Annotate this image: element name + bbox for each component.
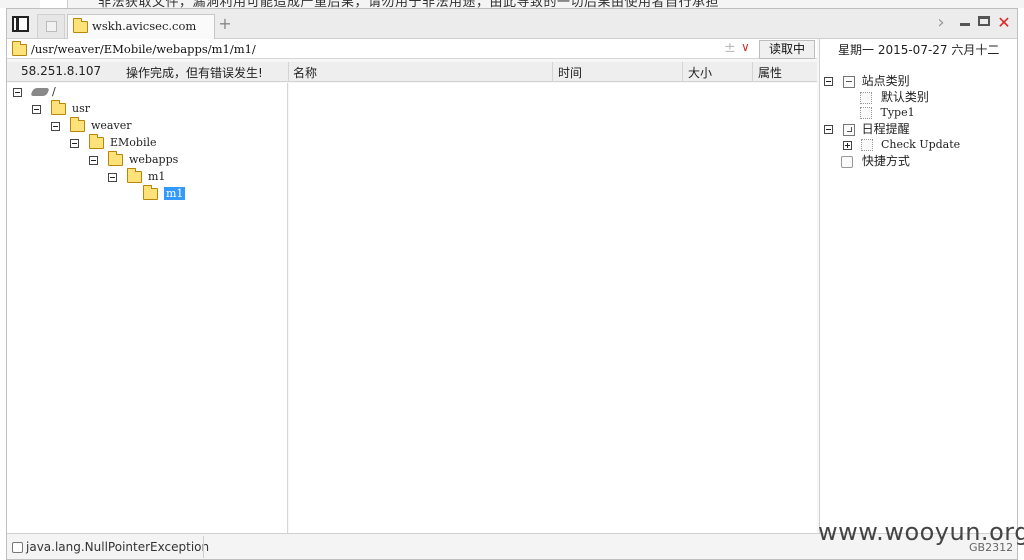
drive-icon	[30, 88, 50, 96]
status-header-row: 58.251.8.107 操作完成，但有错误发生! 名称 时间 大小 属性	[7, 62, 817, 82]
collapse-icon[interactable]	[89, 155, 98, 165]
column-header-name[interactable]: 名称	[293, 64, 317, 81]
tree-node-label: usr	[72, 102, 90, 115]
main-window: wskh.avicsec.com + › ✕ ± ∨ 读取中 58.251.8.…	[6, 8, 1018, 560]
clock-icon	[842, 123, 855, 136]
tree-node-emobile[interactable]: EMobile	[70, 134, 157, 151]
address-bar: ± ∨	[7, 39, 817, 59]
server-ip: 58.251.8.107	[21, 64, 102, 78]
column-divider[interactable]	[682, 62, 683, 82]
right-panel: 星期一 2015-07-27 六月十二 站点类别 默认类别 Type1 日程提醒…	[819, 39, 1017, 533]
tab-blank[interactable]	[37, 14, 65, 38]
chevron-down-icon[interactable]: ∨	[741, 40, 750, 54]
node-label: Type1	[880, 106, 915, 119]
tree-node-m1-selected[interactable]: m1	[143, 185, 186, 202]
error-icon	[12, 542, 23, 553]
background-box	[40, 0, 68, 8]
default-category-node[interactable]: 默认类别	[860, 89, 929, 105]
node-label: Check Update	[881, 138, 961, 151]
type1-node[interactable]: Type1	[860, 105, 915, 121]
folder-icon	[108, 151, 123, 166]
folder-icon	[12, 41, 27, 56]
column-header-size[interactable]: 大小	[688, 64, 712, 81]
tree-node-m1[interactable]: m1	[108, 168, 166, 185]
site-category-node[interactable]: 站点类别	[824, 73, 910, 89]
path-input[interactable]	[31, 39, 721, 59]
folder-icon	[51, 100, 66, 115]
background-webpage-strip: 非法获取文件，漏洞利用可能造成严重后果，请勿用于非法用途，由此导致的一切后果由使…	[0, 0, 1024, 8]
category-icon	[842, 75, 855, 88]
tab-label: wskh.avicsec.com	[92, 19, 197, 33]
tree-node-label: weaver	[91, 119, 132, 132]
folder-icon	[143, 185, 158, 200]
column-divider[interactable]	[752, 62, 753, 82]
sort-icon[interactable]: ±	[724, 40, 736, 56]
collapse-icon[interactable]	[51, 121, 60, 131]
tree-node-root[interactable]: /	[13, 84, 56, 100]
tree-node-label: webapps	[129, 153, 179, 166]
node-label: 站点类别	[861, 74, 910, 88]
column-header-time[interactable]: 时间	[558, 64, 582, 81]
tree-node-label-selected: m1	[164, 187, 186, 200]
tab-site[interactable]: wskh.avicsec.com	[67, 14, 215, 40]
node-label: 快捷方式	[861, 154, 910, 168]
background-partial-text: 非法获取文件，漏洞利用可能造成严重后果，请勿用于非法用途，由此导致的一切后果由使…	[98, 0, 720, 8]
column-divider	[288, 62, 289, 82]
dotted-box-icon	[860, 139, 873, 151]
tree-node-usr[interactable]: usr	[32, 100, 90, 117]
read-button[interactable]: 读取中	[759, 40, 815, 59]
folder-icon	[89, 134, 104, 149]
shortcut-node[interactable]: 快捷方式	[841, 153, 910, 169]
new-tab-button[interactable]: +	[217, 16, 233, 32]
tree-node-label: m1	[148, 170, 166, 183]
tree-node-label: EMobile	[110, 136, 157, 149]
tree-node-weaver[interactable]: weaver	[51, 117, 132, 134]
watermark: www.wooyun.org	[818, 518, 1024, 546]
date-display: 星期一 2015-07-27 六月十二	[838, 43, 1000, 57]
folder-icon	[73, 18, 88, 33]
close-button[interactable]: ✕	[997, 14, 1011, 32]
file-list[interactable]	[289, 83, 817, 533]
dotted-box-icon	[860, 91, 872, 104]
shortcut-icon	[841, 155, 853, 168]
column-header-attributes[interactable]: 属性	[758, 64, 782, 81]
tree-node-label: /	[52, 85, 56, 98]
tab-bar: wskh.avicsec.com + › ✕	[7, 9, 1017, 40]
expand-icon[interactable]	[843, 140, 852, 150]
collapse-icon[interactable]	[13, 87, 22, 97]
node-label: 日程提醒	[861, 122, 910, 136]
collapse-icon[interactable]	[70, 138, 79, 148]
collapse-icon[interactable]	[32, 104, 41, 114]
dotted-box-icon	[860, 107, 872, 119]
operation-message: 操作完成，但有错误发生!	[126, 66, 263, 80]
directory-tree: / usr weaver EMobile webapps m1 m1	[7, 83, 288, 533]
node-label: 默认类别	[880, 90, 929, 104]
folder-icon	[127, 168, 142, 183]
blank-page-icon	[46, 21, 57, 32]
collapse-icon[interactable]	[108, 172, 117, 182]
panel-toggle-icon[interactable]	[12, 16, 29, 32]
folder-icon	[70, 117, 85, 132]
error-status: java.lang.NullPointerException	[12, 540, 209, 554]
status-divider	[203, 536, 204, 558]
collapse-icon[interactable]	[824, 125, 833, 134]
schedule-reminder-node[interactable]: 日程提醒	[824, 121, 910, 137]
error-text: java.lang.NullPointerException	[26, 540, 210, 554]
maximize-button[interactable]	[977, 14, 991, 32]
collapse-icon[interactable]	[824, 77, 833, 86]
minimize-button[interactable]	[958, 14, 972, 32]
check-update-node[interactable]: Check Update	[843, 137, 960, 153]
column-divider[interactable]	[552, 62, 553, 82]
chevron-right-icon[interactable]: ›	[933, 14, 949, 32]
tree-node-webapps[interactable]: webapps	[89, 151, 179, 168]
